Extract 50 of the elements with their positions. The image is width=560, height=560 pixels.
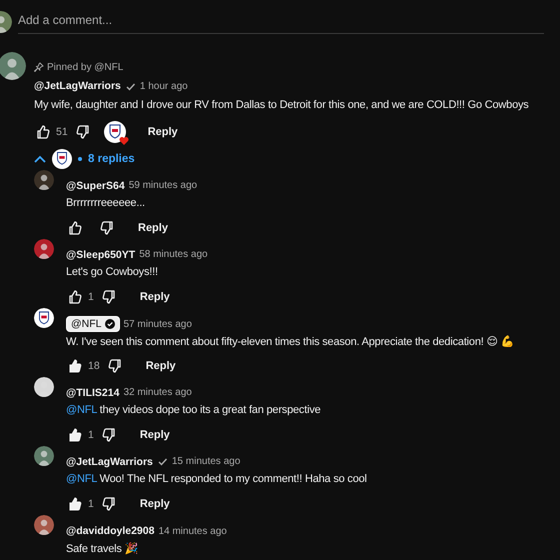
- author-name[interactable]: @SuperS64: [66, 180, 125, 192]
- comment-text: My wife, daughter and I drove our RV from Dallas to Detroit for this one, and we are COLD!!! Go Cowboys: [34, 98, 530, 113]
- timestamp[interactable]: 1 hour ago: [140, 80, 188, 92]
- reply-button[interactable]: Reply: [132, 494, 178, 514]
- reply-button[interactable]: Reply: [140, 122, 186, 142]
- timestamp[interactable]: 32 minutes ago: [123, 387, 192, 398]
- timestamp[interactable]: 59 minutes ago: [128, 180, 198, 192]
- like-button[interactable]: 1: [66, 496, 94, 512]
- timestamp[interactable]: 57 minutes ago: [124, 318, 192, 330]
- reply-button[interactable]: Reply: [138, 356, 184, 376]
- pinned-label: Pinned by @NFL: [47, 62, 124, 72]
- comment-text: Let's go Cowboys!!!: [66, 265, 159, 280]
- like-count: 1: [88, 428, 94, 441]
- like-button[interactable]: 1: [66, 288, 94, 305]
- mention-link[interactable]: @NFL: [66, 404, 97, 416]
- like-count: 51: [56, 126, 68, 138]
- like-button[interactable]: 1: [66, 426, 94, 443]
- comment-text: Brrrrrrrreeeeee...: [66, 196, 146, 212]
- reply-button[interactable]: Reply: [132, 424, 178, 445]
- logo-avatar: [34, 308, 54, 328]
- mention-link[interactable]: @NFL: [66, 473, 97, 486]
- author-name[interactable]: @JetLagWarriors: [66, 456, 153, 468]
- reply-button[interactable]: Reply: [132, 286, 178, 307]
- author-name[interactable]: @daviddoyle2908: [66, 525, 154, 537]
- logo-avatar: [52, 149, 72, 169]
- comment-text: Safe travels 🎉: [66, 542, 140, 557]
- author-name[interactable]: @TILIS214: [66, 386, 120, 399]
- dot-icon: [78, 157, 82, 161]
- logo-avatar: [104, 121, 126, 143]
- like-count: 18: [88, 360, 100, 372]
- author-name[interactable]: @JetLagWarriors: [34, 80, 121, 92]
- like-button[interactable]: 51: [34, 124, 68, 140]
- timestamp[interactable]: 15 minutes ago: [172, 456, 240, 468]
- verified-icon: [104, 319, 114, 329]
- like-button[interactable]: 18: [66, 358, 100, 374]
- like-count: 1: [88, 290, 94, 303]
- comment-text: @NFL Woo! The NFL responded to my comment!! Haha so cool: [66, 472, 368, 488]
- timestamp[interactable]: 14 minutes ago: [158, 526, 227, 536]
- comment-text: @NFL they videos dope too its a great fan perspective: [66, 403, 322, 418]
- comment-input[interactable]: Add a comment...: [18, 10, 544, 34]
- author-name[interactable]: @Sleep650YT: [66, 248, 136, 261]
- pin-icon: [34, 62, 44, 72]
- replies-toggle[interactable]: 8 replies: [34, 147, 560, 171]
- channel-owner-badge[interactable]: @NFL: [66, 316, 120, 332]
- timestamp[interactable]: 58 minutes ago: [139, 249, 208, 260]
- comment-text: W. I've seen this comment about fifty-eleven times this season. Appreciate the dedication! 😌 💪: [66, 335, 516, 350]
- like-count: 1: [88, 498, 94, 510]
- chevron-up-icon: [34, 155, 46, 163]
- heart-icon: [118, 136, 129, 145]
- reply-button[interactable]: Reply: [130, 218, 176, 238]
